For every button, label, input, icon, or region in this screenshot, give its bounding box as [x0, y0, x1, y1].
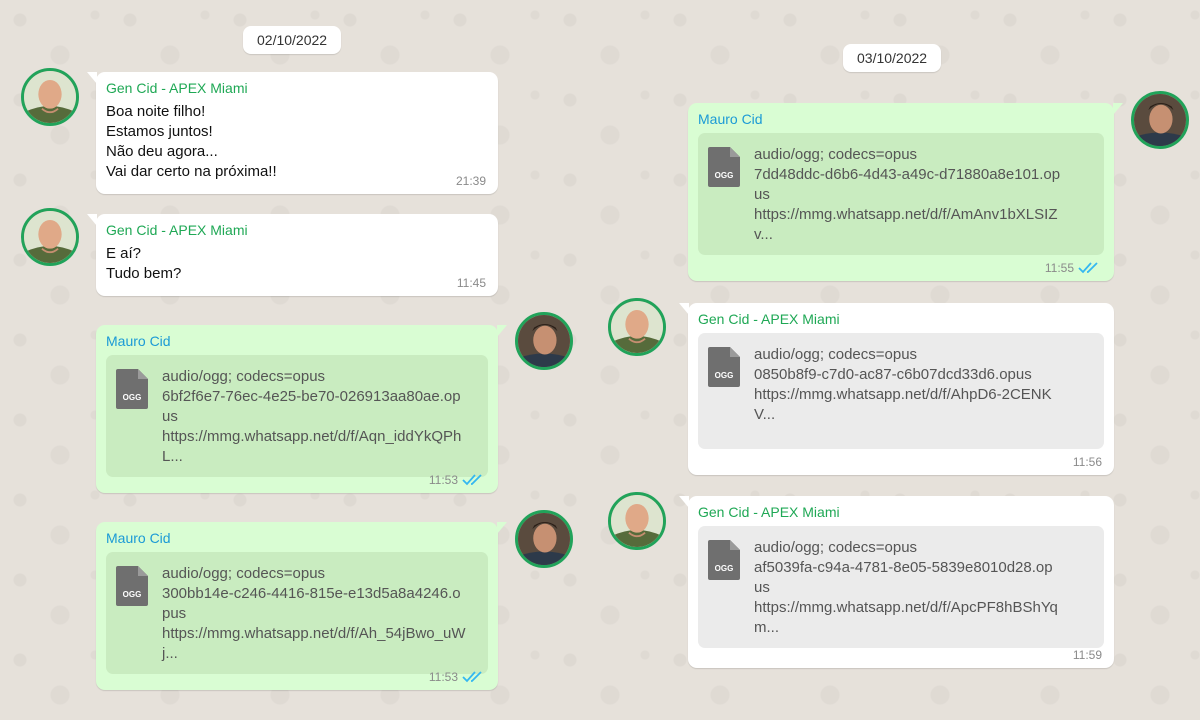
file-type-label: OGG [123, 590, 142, 599]
file-line: af5039fa-c94a-4781-8e05-5839e8010d28.op [754, 559, 1053, 576]
ogg-file-icon: OGG [708, 540, 740, 580]
sender-name: Mauro Cid [106, 333, 171, 349]
message-bubble-outgoing[interactable]: Mauro Cid OGG audio/ogg; codecs=opus 6bf… [96, 325, 507, 493]
file-line: https://mmg.whatsapp.net/d/f/AhpD6-2CENK [754, 386, 1052, 403]
audio-attachment[interactable]: OGG audio/ogg; codecs=opus 300bb14e-c246… [106, 552, 488, 674]
message-time: 11:55 [1044, 261, 1074, 275]
file-line: 6bf2f6e7-76ec-4e25-be70-026913aa80ae.op [162, 388, 461, 405]
file-type-label: OGG [715, 564, 734, 573]
sender-name: Gen Cid - APEX Miami [698, 311, 840, 327]
file-line: audio/ogg; codecs=opus [754, 146, 918, 163]
double-check-icon [462, 671, 482, 683]
avatar-mauro-cid[interactable] [1131, 91, 1189, 149]
avatar-gen-cid[interactable] [21, 68, 79, 126]
file-line: us [754, 579, 770, 596]
avatar-gen-cid[interactable] [608, 492, 666, 550]
file-type-label: OGG [715, 171, 734, 180]
message-text-line: Vai dar certo na próxima!! [106, 163, 277, 180]
ogg-file-icon: OGG [708, 147, 740, 187]
avatar-mauro-cid[interactable] [515, 312, 573, 370]
file-line: pus [162, 605, 187, 622]
message-text-line: Não deu agora... [106, 143, 218, 160]
audio-attachment[interactable]: OGG audio/ogg; codecs=opus af5039fa-c94a… [698, 526, 1104, 648]
audio-attachment[interactable]: OGG audio/ogg; codecs=opus 6bf2f6e7-76ec… [106, 355, 488, 477]
message-text-line: E aí? [106, 245, 142, 262]
message-bubble-incoming[interactable]: Gen Cid - APEX Miami Boa noite filho! Es… [87, 72, 498, 194]
avatar-mauro-cid[interactable] [515, 510, 573, 568]
file-line: audio/ogg; codecs=opus [162, 565, 326, 582]
file-line: 300bb14e-c246-4416-815e-e13d5a8a4246.o [162, 585, 461, 602]
audio-attachment[interactable]: OGG audio/ogg; codecs=opus 7dd48ddc-d6b6… [698, 133, 1104, 255]
file-line: https://mmg.whatsapp.net/d/f/ApcPF8hBShY… [754, 599, 1058, 616]
sender-name: Gen Cid - APEX Miami [106, 80, 248, 96]
message-time: 11:59 [1072, 648, 1102, 662]
message-bubble-incoming[interactable]: Gen Cid - APEX Miami OGG audio/ogg; code… [679, 303, 1114, 475]
avatar-mauro-cid-photo [518, 513, 570, 565]
message-bubble-outgoing[interactable]: Mauro Cid OGG audio/ogg; codecs=opus 300… [96, 522, 507, 690]
double-check-icon [1078, 262, 1098, 274]
file-line: L... [162, 448, 183, 465]
audio-attachment[interactable]: OGG audio/ogg; codecs=opus 0850b8f9-c7d0… [698, 333, 1104, 449]
message-text-line: Tudo bem? [106, 265, 182, 282]
ogg-file-icon: OGG [116, 566, 148, 606]
file-line: https://mmg.whatsapp.net/d/f/Aqn_iddYkQP… [162, 428, 462, 445]
file-line: 7dd48ddc-d6b6-4d43-a49c-d71880a8e101.op [754, 166, 1061, 183]
file-line: audio/ogg; codecs=opus [754, 346, 918, 363]
message-bubble-outgoing[interactable]: Mauro Cid OGG audio/ogg; codecs=opus 7dd… [688, 103, 1123, 281]
message-bubble-incoming[interactable]: Gen Cid - APEX Miami OGG audio/ogg; code… [679, 496, 1114, 668]
file-type-label: OGG [715, 371, 734, 380]
double-check-icon [462, 474, 482, 486]
file-line: v... [754, 226, 773, 243]
file-line: m... [754, 619, 779, 636]
message-text-line: Boa noite filho! [106, 103, 206, 120]
message-time: 21:39 [455, 174, 486, 188]
message-bubble-incoming[interactable]: Gen Cid - APEX Miami E aí? Tudo bem? 11:… [87, 214, 498, 296]
file-line: us [754, 186, 770, 203]
date-chip-right: 03/10/2022 [843, 44, 942, 72]
sender-name: Mauro Cid [698, 111, 763, 127]
message-time: 11:53 [428, 670, 458, 684]
file-line: us [162, 408, 178, 425]
file-line: https://mmg.whatsapp.net/d/f/Ah_54jBwo_u… [162, 625, 466, 642]
date-chip-left: 02/10/2022 [243, 26, 342, 54]
avatar-mauro-cid-photo [518, 315, 570, 367]
avatar-gen-cid-photo [24, 211, 76, 263]
avatar-gen-cid[interactable] [21, 208, 79, 266]
message-time: 11:56 [1072, 455, 1102, 469]
message-time: 11:53 [428, 473, 458, 487]
file-line: audio/ogg; codecs=opus [754, 539, 918, 556]
file-line: 0850b8f9-c7d0-ac87-c6b07dcd33d6.opus [754, 366, 1032, 383]
file-line: j... [162, 645, 178, 662]
avatar-gen-cid-photo [611, 301, 663, 353]
ogg-file-icon: OGG [708, 347, 740, 387]
file-line: V... [754, 406, 776, 423]
avatar-gen-cid-photo [611, 495, 663, 547]
avatar-mauro-cid-photo [1134, 94, 1186, 146]
sender-name: Gen Cid - APEX Miami [106, 222, 248, 238]
message-time: 11:45 [456, 276, 486, 290]
ogg-file-icon: OGG [116, 369, 148, 409]
sender-name: Gen Cid - APEX Miami [698, 504, 840, 520]
file-type-label: OGG [123, 393, 142, 402]
file-line: audio/ogg; codecs=opus [162, 368, 326, 385]
avatar-gen-cid-photo [24, 71, 76, 123]
sender-name: Mauro Cid [106, 530, 171, 546]
file-line: https://mmg.whatsapp.net/d/f/AmAnv1bXLSI… [754, 206, 1058, 223]
message-text-line: Estamos juntos! [106, 123, 213, 140]
avatar-gen-cid[interactable] [608, 298, 666, 356]
